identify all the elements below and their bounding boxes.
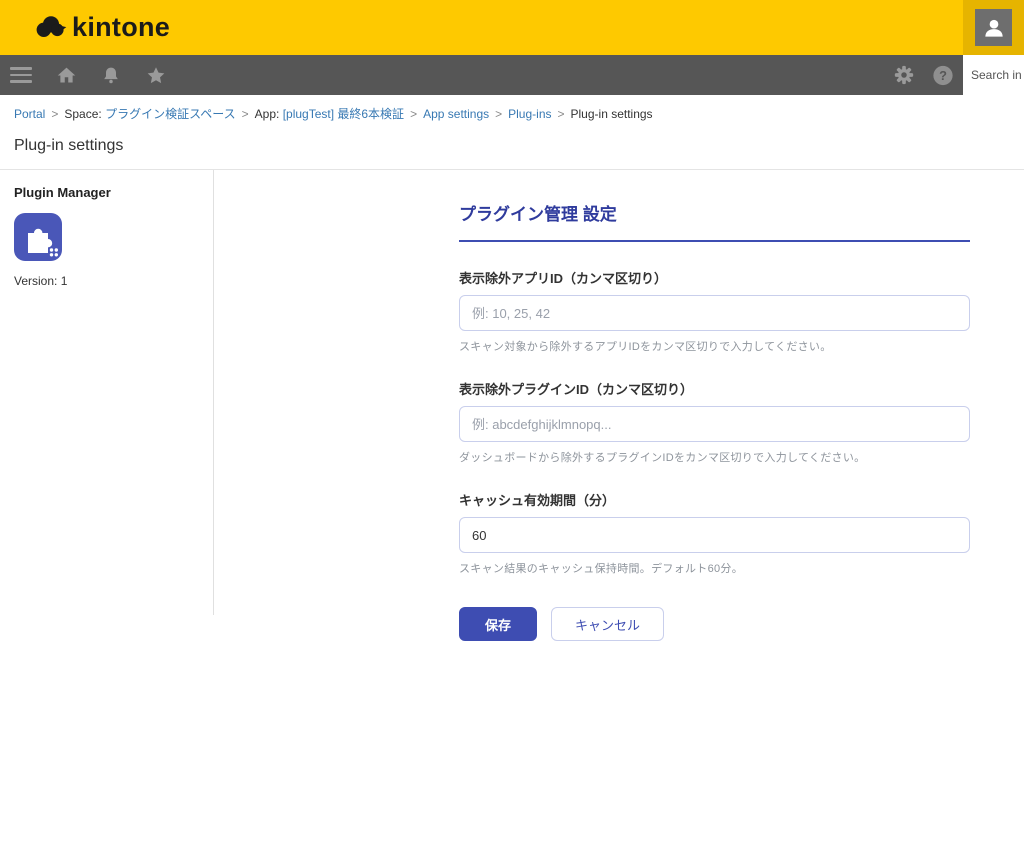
- kintone-cloud-icon: [33, 13, 69, 43]
- breadcrumb-app-settings[interactable]: App settings: [423, 107, 489, 121]
- breadcrumb-portal[interactable]: Portal: [14, 107, 45, 121]
- help-glyph: ?: [939, 68, 947, 83]
- breadcrumb: Portal > Space: プラグイン検証スペース > App: [plugTest…: [0, 95, 1024, 122]
- field-excluded-app-ids: 表示除外アプリID（カンマ区切り） スキャン対象から除外するアプリIDをカンマ区…: [459, 268, 970, 354]
- settings-gear-icon[interactable]: [893, 64, 915, 86]
- field-help: スキャン結果のキャッシュ保持時間。デフォルト60分。: [459, 560, 970, 576]
- breadcrumb-app-link[interactable]: [plugTest] 最終6本検証: [283, 107, 404, 121]
- top-bar: kintone: [0, 0, 1024, 55]
- search-input[interactable]: Search in: [963, 55, 1024, 95]
- field-label: 表示除外プラグインID（カンマ区切り）: [459, 379, 970, 398]
- breadcrumb-app-prefix: App:: [255, 107, 283, 121]
- form-actions: 保存 キャンセル: [459, 607, 970, 641]
- nav-bar: ? Search in: [0, 55, 1024, 95]
- menu-icon[interactable]: [10, 67, 32, 83]
- field-label: 表示除外アプリID（カンマ区切り）: [459, 268, 970, 287]
- plugin-puzzle-icon: [14, 213, 62, 261]
- settings-form: プラグイン管理 設定 表示除外アプリID（カンマ区切り） スキャン対象から除外す…: [459, 200, 970, 641]
- brand-name: kintone: [72, 12, 170, 43]
- notifications-bell-icon[interactable]: [100, 64, 122, 86]
- favorites-star-icon[interactable]: [145, 64, 167, 86]
- help-icon[interactable]: ?: [932, 64, 954, 86]
- breadcrumb-separator: >: [51, 107, 58, 121]
- settings-main: プラグイン管理 設定 表示除外アプリID（カンマ区切り） スキャン対象から除外す…: [214, 170, 970, 641]
- cancel-button[interactable]: キャンセル: [551, 607, 664, 641]
- field-help: スキャン対象から除外するアプリIDをカンマ区切りで入力してください。: [459, 338, 970, 354]
- content-area: Plugin Manager Version: 1 プラグイン管理 設定 表示除…: [0, 170, 1024, 641]
- nav-left-icons: [10, 64, 167, 86]
- field-cache-duration: キャッシュ有効期間（分） スキャン結果のキャッシュ保持時間。デフォルト60分。: [459, 490, 970, 576]
- user-avatar-icon: [975, 9, 1012, 46]
- save-button[interactable]: 保存: [459, 607, 537, 641]
- breadcrumb-space-link[interactable]: プラグイン検証スペース: [105, 107, 236, 121]
- field-help: ダッシュボードから除外するプラグインIDをカンマ区切りで入力してください。: [459, 449, 970, 465]
- field-excluded-plugin-ids: 表示除外プラグインID（カンマ区切り） ダッシュボードから除外するプラグインID…: [459, 379, 970, 465]
- page-title: Plug-in settings: [14, 137, 1010, 155]
- nav-right-icons: ?: [893, 64, 954, 86]
- breadcrumb-separator: >: [410, 107, 417, 121]
- form-title: プラグイン管理 設定: [459, 200, 970, 225]
- excluded-app-ids-input[interactable]: [459, 295, 970, 331]
- breadcrumb-space-prefix: Space:: [64, 107, 105, 121]
- form-title-rule: [459, 240, 970, 242]
- breadcrumb-separator: >: [242, 107, 249, 121]
- breadcrumb-separator: >: [558, 107, 565, 121]
- plugin-name: Plugin Manager: [14, 185, 213, 200]
- kintone-logo[interactable]: kintone: [33, 12, 170, 43]
- cache-duration-input[interactable]: [459, 517, 970, 553]
- field-label: キャッシュ有効期間（分）: [459, 490, 970, 509]
- home-icon[interactable]: [55, 64, 77, 86]
- plugin-sidebar: Plugin Manager Version: 1: [0, 170, 214, 615]
- breadcrumb-plugins[interactable]: Plug-ins: [508, 107, 551, 121]
- excluded-plugin-ids-input[interactable]: [459, 406, 970, 442]
- breadcrumb-current: Plug-in settings: [571, 107, 653, 121]
- plugin-version: Version: 1: [14, 274, 213, 288]
- user-menu[interactable]: [963, 0, 1024, 55]
- breadcrumb-separator: >: [495, 107, 502, 121]
